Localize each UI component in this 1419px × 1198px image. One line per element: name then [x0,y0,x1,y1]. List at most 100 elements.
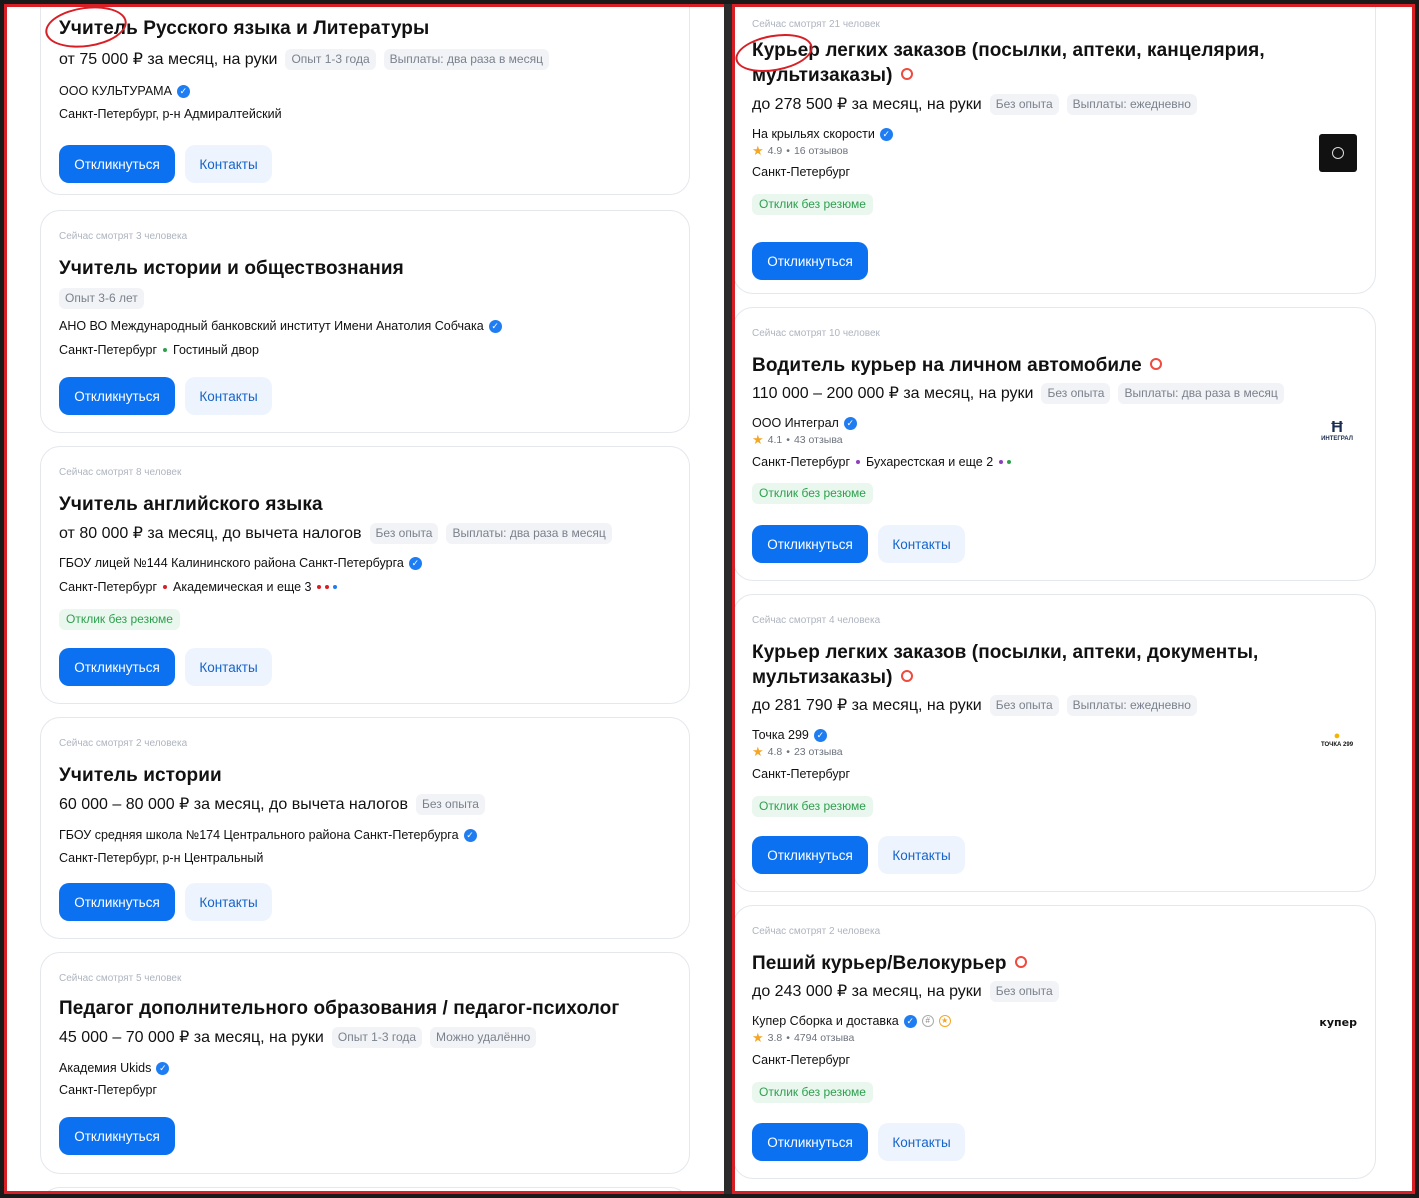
vacancy-location: Санкт-Петербург [752,165,851,179]
hot-vacancy-icon [1014,955,1027,968]
apply-button[interactable]: Откликнуться [752,1123,868,1161]
apply-button[interactable]: Откликнуться [752,525,868,563]
employer-name[interactable]: ООО КУЛЬТУРАМА [59,84,172,98]
vacancy-title[interactable]: Водитель курьер на личном автомобиле [752,353,1357,378]
viewers-count: Сейчас смотрят 5 человек [59,973,182,984]
vacancy-title[interactable]: Пеший курьер/Велокурьер [752,951,1357,976]
experience-tag: Без опыта [369,522,439,544]
vacancy-salary: 60 000 – 80 000 ₽ за месяц, до вычета на… [59,796,408,813]
vacancy-location: Санкт-Петербург [752,767,851,781]
vacancy-card[interactable]: Учитель Русского языка и Литературы от 7… [40,7,690,195]
vacancy-card[interactable]: Сейчас смотрят 2 человека Пеший курьер/В… [735,905,1376,1179]
panel-divider [724,4,732,1194]
vacancy-title[interactable]: Педагог дополнительного образования / пе… [59,996,671,1021]
hot-vacancy-icon [1149,357,1162,370]
metro-line-dot [163,585,168,589]
vacancy-title[interactable]: Учитель истории и обществознания [59,256,671,281]
verified-check-icon: ✓ [176,84,190,98]
employer-name[interactable]: Точка 299 [752,728,809,742]
vacancy-card[interactable]: Сейчас смотрят 2 человека Учитель истори… [40,717,690,939]
experience-tag: Опыт 1-3 года [331,1026,423,1048]
vacancy-location: Санкт-Петербург, р-н Адмиралтейский [59,107,282,121]
vacancy-title-line: Водитель курьер на личном автомобиле [752,355,1142,376]
star-icon: ★ [752,1030,764,1045]
apply-button[interactable]: Откликнуться [59,377,175,415]
employer-name[interactable]: ГБОУ лицей №144 Калининского района Санк… [59,556,404,570]
star-icon: ★ [752,744,764,759]
employer-rating: 4.8 [767,746,783,758]
vacancy-card[interactable]: Сейчас смотрят 4 человека Курьер легких … [735,594,1376,892]
vacancy-title[interactable]: Курьер легких заказов (посылки, аптеки, … [752,38,1357,88]
vacancy-card[interactable]: Сейчас смотрят 3 человека Учитель истори… [40,210,690,433]
viewers-count: Сейчас смотрят 2 человека [752,926,881,937]
verified-check-icon: ✓ [156,1061,170,1075]
apply-button[interactable]: Откликнуться [59,1117,175,1155]
vacancy-card[interactable]: Сейчас смотрят 10 человек Водитель курье… [735,307,1376,581]
employer-reviews[interactable]: 43 отзыва [794,434,843,446]
apply-button[interactable]: Откликнуться [59,648,175,686]
logo-text: ТОЧКА 299 [1320,742,1354,748]
metro-line-dot [999,460,1004,464]
metro-line-dot [856,460,861,464]
metro-station: Гостиный двор [173,343,259,357]
employer-rating: 3.8 [767,1032,783,1044]
contacts-button[interactable]: Контакты [878,1123,965,1161]
viewers-count: Сейчас смотрят 4 человека [752,615,881,626]
employer-name[interactable]: ООО Интеграл [752,416,839,430]
verified-check-icon: ✓ [879,127,893,141]
vacancy-salary: до 281 790 ₽ за месяц, на руки [752,697,982,714]
vacancy-title-line: мультизаказы) [752,667,893,688]
no-resume-badge: Отклик без резюме [752,483,873,504]
vacancy-title[interactable]: Учитель Русского языка и Литературы [59,16,671,41]
experience-tag: Без опыта [989,93,1059,115]
no-resume-badge: Отклик без резюме [752,796,873,817]
logo-text: ИНТЕГРАЛ [1321,436,1353,442]
viewers-count: Сейчас смотрят 10 человек [752,328,880,339]
experience-tag: Без опыта [415,793,485,815]
vacancy-title[interactable]: Курьер легких заказов (посылки, аптеки, … [752,640,1357,690]
viewers-count: Сейчас смотрят 3 человека [59,231,188,242]
wings-logo [1319,134,1357,172]
contacts-button[interactable]: Контакты [878,525,965,563]
apply-button[interactable]: Откликнуться [752,242,868,280]
vacancy-location: Санкт-Петербург [59,1083,158,1097]
no-resume-badge: Отклик без резюме [59,609,180,630]
vacancy-title[interactable]: Учитель английского языка [59,492,671,517]
contacts-button[interactable]: Контакты [185,145,272,183]
right-vacancy-list: Сейчас смотрят 21 человек Курьер легких … [732,4,1415,1194]
logo-mark-icon: Ħ [1331,419,1343,436]
vacancy-card[interactable]: Сейчас смотрят 5 человек Педагог дополни… [40,952,690,1174]
vacancy-title[interactable]: Учитель истории [59,763,671,788]
vacancy-card[interactable]: Сейчас смотрят 21 человек Курьер легких … [735,7,1376,294]
verified-check-icon: ✓ [813,728,827,742]
verified-check-icon: ✓ [408,556,422,570]
apply-button[interactable]: Откликнуться [59,145,175,183]
no-resume-badge: Отклик без резюме [752,1082,873,1103]
vacancy-card-partial [40,1187,690,1191]
employer-name[interactable]: ГБОУ средняя школа №174 Центрального рай… [59,828,459,842]
vacancy-salary: от 75 000 ₽ за месяц, на руки [59,51,278,68]
experience-tag: Без опыта [989,694,1059,716]
separator-dot: • [786,145,790,157]
contacts-button[interactable]: Контакты [185,883,272,921]
contacts-button[interactable]: Контакты [185,648,272,686]
employer-reviews[interactable]: 16 отзывов [794,145,848,157]
contacts-button[interactable]: Контакты [185,377,272,415]
employer-reviews[interactable]: 4794 отзыва [794,1032,854,1044]
award-icon: ★ [938,1015,951,1027]
employer-reviews[interactable]: 23 отзыва [794,746,843,758]
employer-name[interactable]: АНО ВО Международный банковский институт… [59,319,484,333]
badge-icon: # [921,1015,934,1027]
employer-name[interactable]: Академия Ukids [59,1061,151,1075]
experience-tag: Без опыта [989,980,1059,1002]
apply-button[interactable]: Откликнуться [752,836,868,874]
vacancy-card[interactable]: Сейчас смотрят 8 человек Учитель английс… [40,446,690,704]
verified-check-icon: ✓ [903,1014,917,1028]
employer-name[interactable]: На крыльях скорости [752,127,875,141]
vacancy-salary: до 278 500 ₽ за месяц, на руки [752,96,982,113]
contacts-button[interactable]: Контакты [878,836,965,874]
apply-button[interactable]: Откликнуться [59,883,175,921]
payment-tag: Выплаты: ежедневно [1066,93,1197,115]
employer-name[interactable]: Купер Сборка и доставка [752,1014,899,1028]
vacancy-title-line: Пеший курьер/Велокурьер [752,953,1007,974]
